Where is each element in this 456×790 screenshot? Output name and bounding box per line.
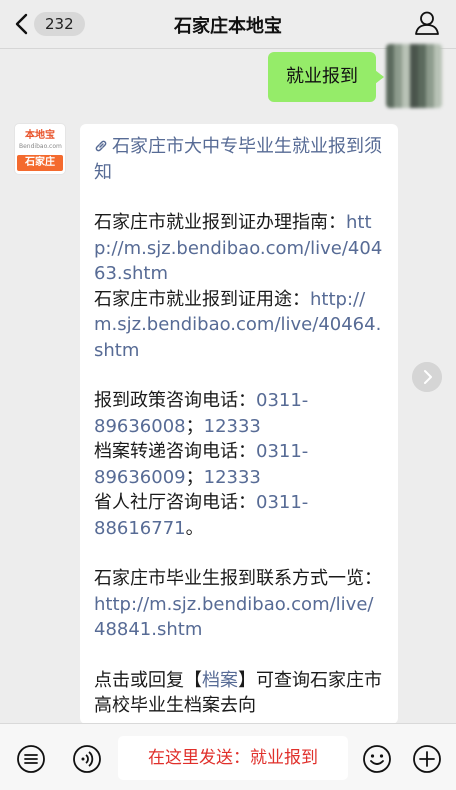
avatar-logo-text: 本地宝: [25, 130, 55, 141]
avatar-city-label: 石家庄: [17, 155, 63, 171]
policy-label: 报到政策咨询电话：: [94, 390, 256, 411]
policy-phone2-link[interactable]: 12333: [204, 416, 261, 437]
link-icon: [95, 140, 107, 152]
page-title: 石家庄本地宝: [174, 16, 282, 37]
user-message-bubble: 就业报到: [268, 52, 384, 102]
province-end: 。: [185, 517, 204, 539]
profile-icon[interactable]: [414, 10, 440, 36]
archive-label: 档案转递咨询电话：: [94, 441, 256, 462]
plus-icon[interactable]: [412, 744, 442, 774]
contact-label: 石家庄市毕业生报到联系方式一览：: [94, 568, 382, 589]
policy-separator: ；: [185, 415, 204, 437]
article-link[interactable]: 石家庄市大中专毕业生就业报到须知: [94, 136, 382, 183]
chat-header: 232 石家庄本地宝: [0, 0, 456, 49]
usage-label: 石家庄市就业报到证用途：: [94, 288, 310, 310]
bot-avatar[interactable]: 本地宝 Bendibao.com 石家庄: [14, 123, 66, 175]
message-input[interactable]: 在这里发送：就业报到: [118, 736, 348, 780]
guide-label: 石家庄市就业报到证办理指南：: [94, 212, 346, 233]
province-label: 省人社厅咨询电话：: [94, 492, 256, 513]
reply-prefix: 点击或回复【: [94, 669, 202, 691]
emoji-icon[interactable]: [362, 744, 392, 774]
archive-phone2-link[interactable]: 12333: [204, 467, 261, 488]
voice-icon[interactable]: [72, 744, 102, 774]
bot-message-bubble: 石家庄市大中专毕业生就业报到须知 石家庄市就业报到证办理指南： http://m.…: [80, 124, 398, 724]
avatar-logo-sub: Bendibao.com: [19, 143, 62, 150]
archive-separator: ；: [185, 466, 204, 488]
archive-keyword-link[interactable]: 档案: [202, 670, 238, 691]
chevron-right-icon[interactable]: [412, 362, 442, 392]
menu-icon[interactable]: [16, 744, 46, 774]
contact-url-link[interactable]: http://m.sjz.bendibao.com/live/48841.sht…: [94, 594, 373, 641]
bottom-input-bar: 在这里发送：就业报到: [0, 723, 456, 790]
user-avatar[interactable]: [386, 44, 442, 108]
